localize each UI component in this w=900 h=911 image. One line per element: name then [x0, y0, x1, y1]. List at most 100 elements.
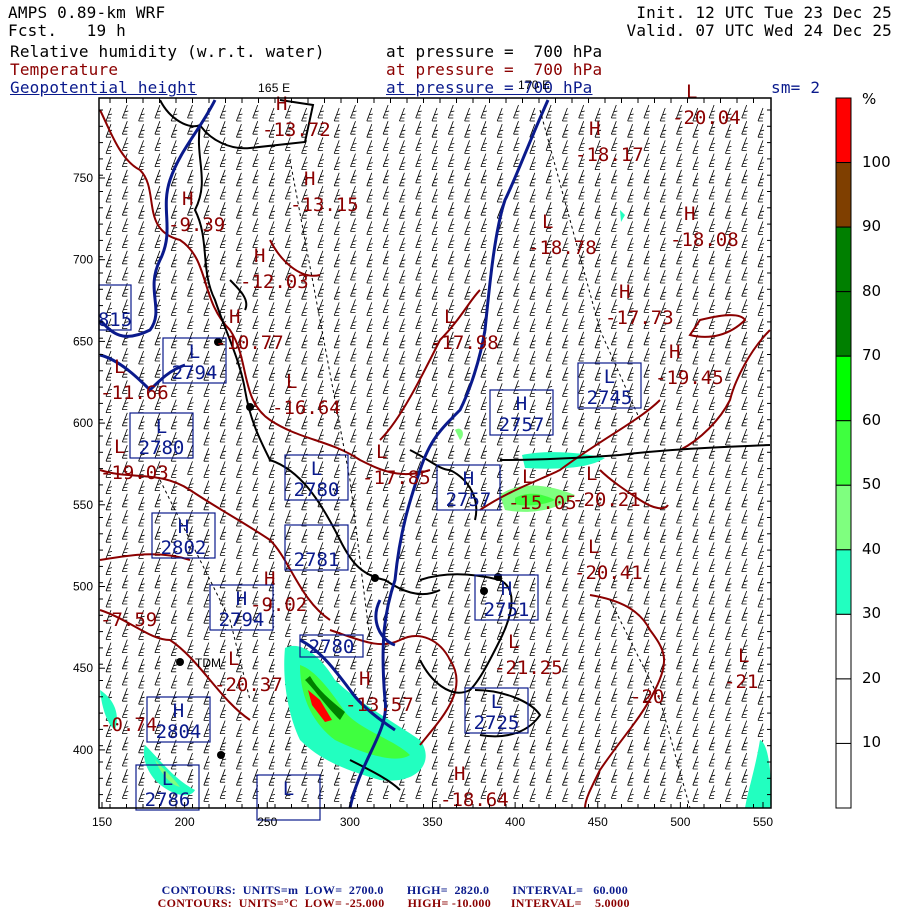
colorbar-label: 60 [862, 410, 882, 429]
height-extremum-value: 2757 [499, 414, 545, 436]
temp-extremum-value: -10.77 [215, 332, 284, 354]
temp-extremum-type: L [738, 645, 749, 667]
temp-extremum-type: H [254, 245, 265, 267]
colorbar-segment [835, 420, 852, 486]
temp-extremum-type: L [114, 436, 125, 458]
height-extremum-box: 815 [98, 284, 132, 331]
temp-extremum-value: -18.17 [575, 144, 644, 166]
temp-extremum-type: H [669, 341, 680, 363]
temp-extremum-type: H [619, 281, 630, 303]
height-extremum-box: L [256, 774, 321, 821]
colorbar-segment [835, 742, 852, 809]
y-tick-label: 400 [73, 743, 93, 757]
height-extremum-value: 2780 [294, 479, 340, 501]
height-extremum-type: L [156, 416, 167, 438]
colorbar-label: 50 [862, 475, 882, 494]
height-extremum-type: L [311, 458, 322, 480]
height-extremum-value: 815 [98, 309, 132, 331]
temp-extremum-value: -17.85 [362, 467, 431, 489]
temp-extremum-type: H [454, 763, 465, 785]
height-extremum-value: 2804 [156, 721, 202, 743]
colorbar-label: 100 [862, 152, 891, 171]
x-tick-label: 150 [92, 815, 112, 829]
height-extremum-value: 2781 [294, 549, 340, 571]
temp-extremum-value: -20 [630, 686, 664, 708]
temp-extremum-value: -19.45 [655, 367, 724, 389]
temp-extremum-type: L [286, 371, 297, 393]
station-label-tdm: TDM [195, 656, 221, 670]
temp-extremum-type: L [376, 441, 387, 463]
height-extremum-value: 2794 [219, 609, 265, 631]
colorbar-segment [835, 226, 852, 293]
height-extremum-value: 2780 [309, 636, 355, 658]
station-dot [246, 403, 254, 411]
temp-contour-units: UNITS=°C [238, 896, 299, 910]
temp-extremum-value: -20.41 [574, 562, 643, 584]
height-extremum-value: 2757 [446, 489, 492, 511]
height-extremum-value: 2745 [587, 387, 633, 409]
station-dot [217, 751, 225, 759]
temp-extremum-type: L [522, 466, 533, 488]
y-tick-label: 650 [73, 334, 93, 348]
temp-extremum-type: H [276, 93, 287, 115]
temp-extremum-value: -20.37 [214, 674, 283, 696]
height-extremum-type: L [283, 778, 294, 800]
height-extremum-type: H [173, 700, 184, 722]
x-tick-label: 250 [257, 815, 277, 829]
temp-extremum-type: L [588, 536, 599, 558]
temp-extremum-value: -18.08 [670, 229, 739, 251]
temp-extremum-value: -16.64 [272, 397, 341, 419]
colorbar-label: 30 [862, 604, 882, 623]
x-tick-label: 300 [340, 815, 360, 829]
temp-extremum-type: H [229, 306, 240, 328]
height-extremum-type: L [604, 366, 615, 388]
station-dot [176, 658, 184, 666]
temp-extremum-type: H [182, 188, 193, 210]
temp-extremum-type: L [542, 211, 553, 233]
height-extremum-box: L2780 [284, 454, 349, 501]
x-tick-label: 550 [753, 815, 773, 829]
y-tick-label: 450 [73, 661, 93, 675]
y-tick-label: 500 [73, 580, 93, 594]
colorbar-segment [835, 97, 852, 164]
colorbar-label: 10 [862, 733, 882, 752]
height-extremum-box: 2780 [299, 634, 364, 658]
temp-extremum-value: -12.03 [240, 271, 309, 293]
temp-contour-low: LOW= -25.000 [304, 896, 385, 910]
station-dot [371, 574, 379, 582]
y-tick-label: 700 [73, 253, 93, 267]
height-extremum-type: L [189, 341, 200, 363]
height-extremum-box: L2780 [129, 412, 194, 459]
temp-extremum-value: -21.25 [494, 657, 563, 679]
colorbar-label: 90 [862, 217, 882, 236]
temp-extremum-type: L [444, 306, 455, 328]
temp-extremum-type: L [228, 648, 239, 670]
colorbar-unit: % [862, 90, 877, 108]
x-tick-label: 500 [670, 815, 690, 829]
y-tick-label: 750 [73, 171, 93, 185]
temp-extremum-type: H [589, 118, 600, 140]
colorbar-segment [835, 162, 852, 228]
colorbar-label: 80 [862, 281, 882, 300]
height-extremum-value: 2725 [474, 712, 520, 734]
colorbar-segment [835, 549, 852, 615]
temp-extremum-type: H [684, 203, 695, 225]
temp-extremum-value: -21 [724, 671, 758, 693]
temp-contour-label: CONTOURS: [157, 896, 233, 910]
height-extremum-type: H [178, 516, 189, 538]
temp-extremum-value: -13.15 [290, 194, 359, 216]
colorbar-segment [835, 355, 852, 422]
colorbar-segment [835, 613, 852, 680]
temp-extremum-value: -13.72 [262, 119, 331, 141]
temp-extremum-value: -9.39 [168, 214, 225, 236]
temp-extremum-value: -17.73 [605, 307, 674, 329]
height-extremum-type: H [516, 393, 527, 415]
colorbar-segment [835, 678, 852, 744]
height-extremum-value: 2802 [161, 537, 207, 559]
colorbar-segment [835, 291, 852, 357]
temp-extremum-value: -7.59 [100, 609, 157, 631]
temp-contour-interval: INTERVAL= 5.0000 [510, 896, 630, 910]
colorbar [835, 97, 852, 809]
temp-extremum-value: -18.78 [528, 237, 597, 259]
temp-extremum-type: H [304, 168, 315, 190]
